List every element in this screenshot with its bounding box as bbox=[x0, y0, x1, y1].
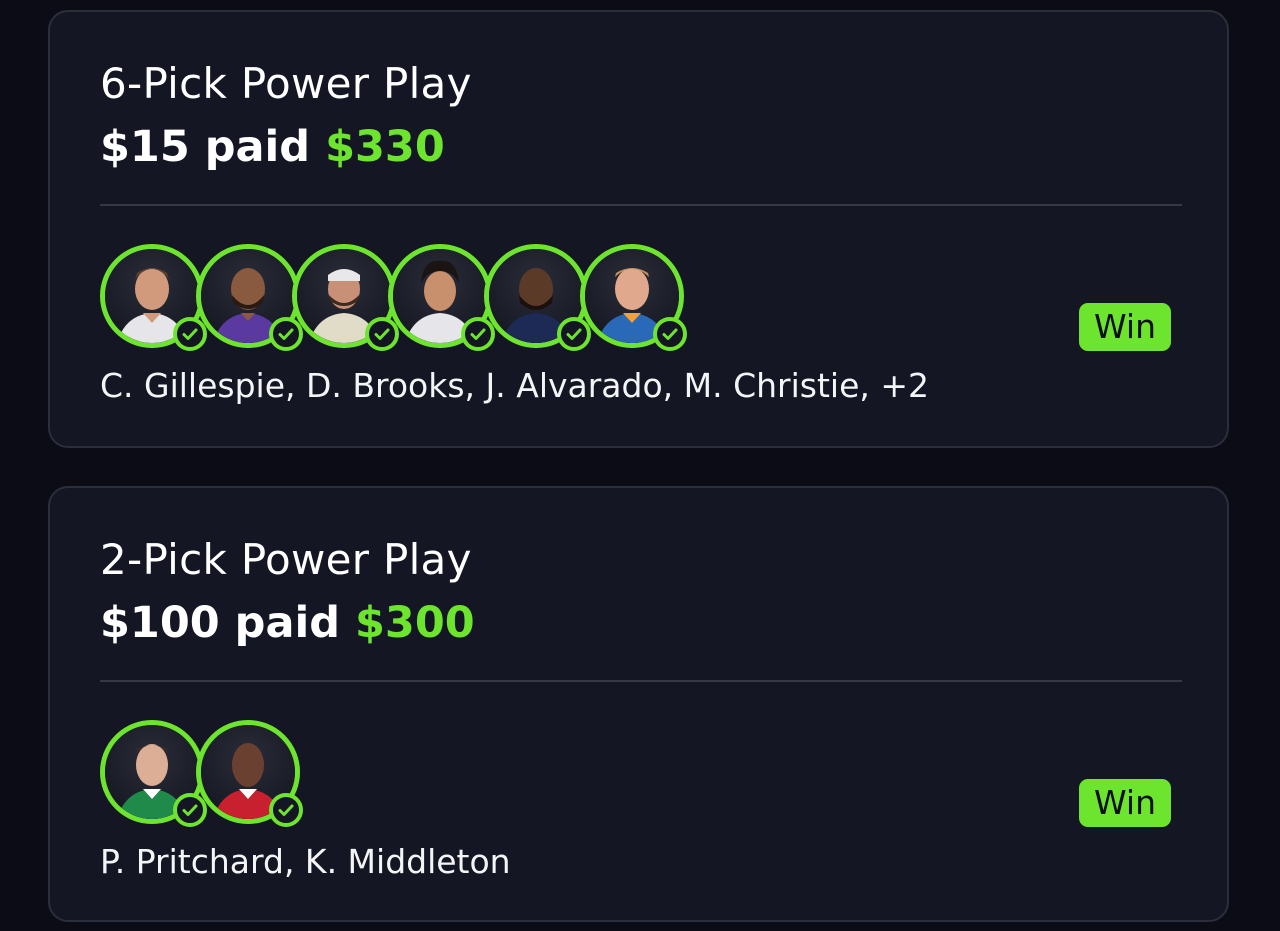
result-badge: Win bbox=[1079, 779, 1171, 827]
divider bbox=[100, 204, 1182, 206]
player-avatar bbox=[292, 244, 399, 351]
entry-amounts: $15 paid $330 bbox=[100, 122, 445, 172]
player-avatar bbox=[484, 244, 591, 351]
paid-amount: $15 bbox=[100, 122, 190, 172]
checkmark-circle-icon bbox=[269, 793, 303, 827]
paid-label: paid bbox=[204, 122, 311, 172]
checkmark-circle-icon bbox=[173, 317, 207, 351]
player-avatar bbox=[196, 720, 303, 827]
paid-label: paid bbox=[234, 598, 340, 648]
players-summary: C. Gillespie, D. Brooks, J. Alvarado, M.… bbox=[100, 366, 930, 405]
player-avatar bbox=[100, 720, 207, 827]
entry-amounts: $100 paid $300 bbox=[100, 598, 475, 648]
payout-amount: $330 bbox=[325, 122, 445, 172]
paid-amount: $100 bbox=[100, 598, 220, 648]
result-badge: Win bbox=[1079, 303, 1171, 351]
checkmark-circle-icon bbox=[653, 317, 687, 351]
entry-card[interactable]: 6-Pick Power Play $15 paid $330 C. Gille… bbox=[48, 10, 1229, 448]
checkmark-circle-icon bbox=[365, 317, 399, 351]
entry-title: 6-Pick Power Play bbox=[100, 59, 472, 108]
entry-title: 2-Pick Power Play bbox=[100, 535, 472, 584]
player-avatar bbox=[388, 244, 495, 351]
checkmark-circle-icon bbox=[461, 317, 495, 351]
player-avatar bbox=[580, 244, 687, 351]
entry-card[interactable]: 2-Pick Power Play $100 paid $300 P. Prit… bbox=[48, 486, 1229, 922]
checkmark-circle-icon bbox=[173, 793, 207, 827]
player-avatar bbox=[196, 244, 303, 351]
checkmark-circle-icon bbox=[269, 317, 303, 351]
checkmark-circle-icon bbox=[557, 317, 591, 351]
divider bbox=[100, 680, 1182, 682]
players-summary: P. Pritchard, K. Middleton bbox=[100, 842, 511, 881]
payout-amount: $300 bbox=[354, 598, 475, 648]
player-avatar bbox=[100, 244, 207, 351]
